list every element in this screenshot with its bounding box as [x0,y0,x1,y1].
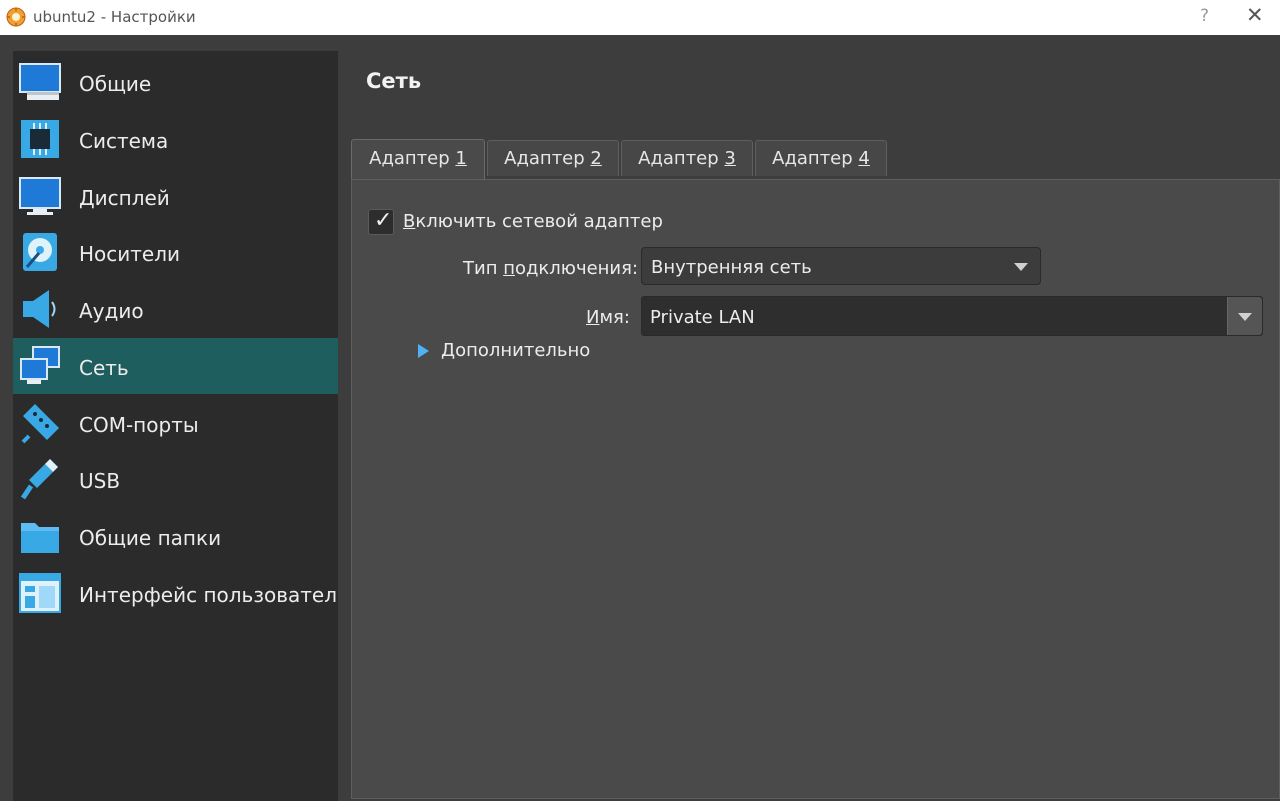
window-title: ubuntu2 - Настройки [33,8,196,26]
chip-icon [21,120,59,158]
tab-label: Адаптер [369,148,456,169]
chevron-down-icon [1014,263,1028,271]
settings-content: Сеть Адаптер 1 Адаптер 2 Адаптер 3 Адапт… [338,51,1280,801]
tab-label: Адаптер [504,148,591,169]
tab-adapter-3[interactable]: Адаптер 3 [621,140,753,176]
network-name-dropdown-button[interactable] [1227,297,1262,335]
network-name-combobox[interactable] [641,296,1263,336]
sidebar-item-label: Дисплей [79,186,170,210]
usb-icon [20,459,58,500]
page-title: Сеть [366,69,422,93]
sidebar-item-label: Носители [79,242,181,266]
sidebar-item-label: Интерфейс пользователя [79,583,350,607]
sidebar-item-audio[interactable]: Аудио [13,281,338,337]
sidebar-item-network[interactable]: Сеть [13,338,338,394]
display-monitor-icon [19,177,61,215]
network-icon [20,346,60,384]
tab-label: Адаптер [638,148,725,169]
settings-sidebar: Общие Система Дисплей Носители Аудио Сет… [13,51,349,801]
network-name-input[interactable] [648,302,1222,332]
label-text: Тип [463,258,504,279]
general-monitor-icon [19,63,61,100]
checkmark-icon: ✓ [374,208,393,233]
sidebar-item-usb[interactable]: USB [13,451,338,507]
enable-adapter-label[interactable]: Включить сетевой адаптер [403,211,663,232]
label-text: мя: [599,307,630,328]
connection-type-value: Внутренняя сеть [651,257,812,278]
sidebar-item-user-interface[interactable]: Интерфейс пользователя [13,565,349,621]
folder-icon [21,523,59,553]
tab-label-key: 4 [858,148,870,169]
chevron-down-icon [1238,313,1252,321]
settings-window: Общие Система Дисплей Носители Аудио Сет… [0,35,1280,801]
expand-triangle-icon [418,344,429,358]
label-text: ключить сетевой адаптер [415,211,663,232]
tab-label-key: 2 [590,148,602,169]
sidebar-item-label: Аудио [79,299,144,323]
sidebar-item-label: COM-порты [79,413,199,437]
tab-adapter-2[interactable]: Адаптер 2 [487,140,619,176]
disk-icon [23,233,57,271]
tab-label: Адаптер [772,148,859,169]
connection-type-select[interactable]: Внутренняя сеть [641,247,1041,285]
name-label: Имя: [586,307,630,328]
tab-label-key: 1 [455,148,467,169]
label-mnemonic: Д [441,340,456,361]
connection-type-label: Тип подключения: [463,258,638,279]
virtualbox-app-icon [6,7,26,27]
serial-port-icon [21,404,59,444]
ui-window-icon [19,573,61,613]
sidebar-item-label: Общие папки [79,526,222,550]
label-mnemonic: В [403,211,416,232]
sidebar-item-label: Сеть [79,356,129,380]
sidebar-item-general[interactable]: Общие [13,54,338,110]
tab-adapter-4[interactable]: Адаптер 4 [755,140,887,176]
enable-adapter-checkbox[interactable]: ✓ [368,208,394,235]
tab-label-key: 3 [724,148,736,169]
title-bar: ubuntu2 - Настройки ? ✕ [0,0,1280,35]
sidebar-item-storage[interactable]: Носители [13,224,338,280]
tab-adapter-1[interactable]: Адаптер 1 [351,139,485,179]
close-button[interactable]: ✕ [1246,3,1264,27]
sidebar-item-display[interactable]: Дисплей [13,168,338,224]
sidebar-item-label: Система [79,129,169,153]
sidebar-item-label: Общие [79,72,152,96]
sidebar-item-label: USB [79,469,121,493]
sidebar-item-system[interactable]: Система [13,111,338,167]
advanced-label: Дополнительно [441,340,590,361]
label-text: одключения: [514,258,639,279]
adapter-panel: ✓ Включить сетевой адаптер Тип подключен… [351,179,1280,799]
label-mnemonic: п [503,258,515,279]
label-mnemonic: И [586,307,600,328]
help-button[interactable]: ? [1200,6,1209,26]
speaker-icon [23,290,56,328]
sidebar-item-com-ports[interactable]: COM-порты [13,395,338,451]
sidebar-item-shared-folders[interactable]: Общие папки [13,508,338,564]
label-text: ополнительно [455,340,591,361]
